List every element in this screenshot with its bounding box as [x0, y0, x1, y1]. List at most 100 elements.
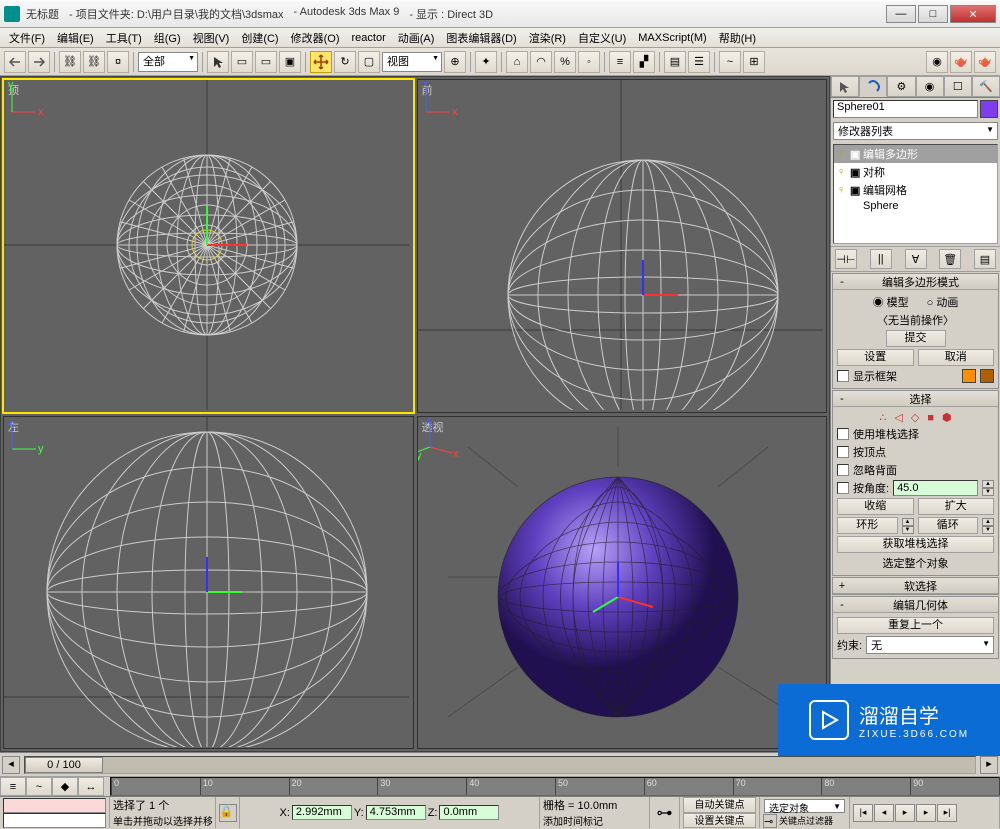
select-by-name-button[interactable]: ▭	[231, 51, 253, 73]
commit-button[interactable]: 提交	[886, 330, 946, 347]
tab-display[interactable]: ☐	[944, 76, 972, 97]
remove-modifier-button[interactable]: 🗑	[939, 249, 961, 269]
y-coord-input[interactable]: 4.753mm	[366, 805, 426, 820]
menu-group[interactable]: 组(G)	[149, 29, 186, 47]
track-ruler[interactable]: 0102030405060708090100	[110, 777, 1000, 796]
time-slider-right[interactable]: ▸	[980, 756, 998, 774]
menu-maxscript[interactable]: MAXScript(M)	[633, 31, 711, 45]
rect-select-button[interactable]: ▭	[255, 51, 277, 73]
window-crossing-button[interactable]: ▣	[279, 51, 301, 73]
rotate-button[interactable]: ↻	[334, 51, 356, 73]
grow-button[interactable]: 扩大	[918, 498, 995, 515]
menu-render[interactable]: 渲染(R)	[524, 29, 571, 47]
schematic-view-button[interactable]: ⊞	[743, 51, 765, 73]
track-range-button[interactable]: ↔	[78, 777, 104, 796]
close-button[interactable]: ✕	[950, 5, 996, 23]
subobj-poly-icon[interactable]: ■	[927, 412, 934, 424]
subobj-edge-icon[interactable]: ◁	[894, 411, 902, 424]
menu-modifiers[interactable]: 修改器(O)	[286, 29, 345, 47]
repeat-last-button[interactable]: 重复上一个	[837, 617, 994, 634]
scale-button[interactable]: ▢	[358, 51, 380, 73]
select-object-button[interactable]	[207, 51, 229, 73]
object-name-input[interactable]: Sphere01	[833, 100, 978, 118]
stack-item-sphere[interactable]: Sphere	[834, 199, 997, 213]
modifier-list-dropdown[interactable]: 修改器列表	[833, 122, 998, 140]
angle-snap-button[interactable]: ◠	[530, 51, 552, 73]
lock-selection-button[interactable]: 🔒	[219, 804, 237, 822]
mirror-button[interactable]: ▞	[633, 51, 655, 73]
redo-button[interactable]	[28, 51, 50, 73]
viewport-top[interactable]: 顶	[3, 79, 414, 413]
subobj-element-icon[interactable]: ⬢	[942, 411, 952, 424]
quick-render-button[interactable]: 🫖	[974, 51, 996, 73]
menu-animation[interactable]: 动画(A)	[393, 29, 440, 47]
tab-utilities[interactable]: 🔨	[972, 76, 1000, 97]
link-button[interactable]: ⛓	[59, 51, 81, 73]
viewport-left[interactable]: 左 yz	[3, 416, 414, 750]
subobj-border-icon[interactable]: ◇	[911, 411, 919, 424]
menu-customize[interactable]: 自定义(U)	[573, 29, 631, 47]
bind-spacewarp-button[interactable]: ¤	[107, 51, 129, 73]
show-end-result-button[interactable]: ||	[870, 249, 892, 269]
z-coord-input[interactable]: 0.0mm	[439, 805, 499, 820]
ring-button[interactable]: 环形	[837, 517, 898, 534]
menu-view[interactable]: 视图(V)	[188, 29, 235, 47]
time-slider-left[interactable]: ◂	[2, 756, 20, 774]
x-coord-input[interactable]: 2.992mm	[292, 805, 352, 820]
track-filter-button[interactable]: ≡	[0, 777, 26, 796]
stack-item-editpoly[interactable]: ♀▣编辑多边形	[834, 145, 997, 163]
move-button[interactable]	[310, 51, 332, 73]
maximize-button[interactable]: □	[918, 5, 948, 23]
viewport-perspective[interactable]: 透视	[417, 416, 828, 750]
tab-modify[interactable]	[859, 76, 887, 97]
stack-item-editmesh[interactable]: ♀▣编辑网格	[834, 181, 997, 199]
key-mode-icon[interactable]: ⊶	[650, 797, 680, 828]
show-cage-checkbox[interactable]	[837, 370, 849, 382]
unlink-button[interactable]: ⛓	[83, 51, 105, 73]
maxscript-input[interactable]	[3, 813, 106, 828]
time-slider[interactable]: 0 / 100	[24, 756, 976, 774]
menu-file[interactable]: 文件(F)	[4, 29, 50, 47]
pivot-center-button[interactable]: ⊕	[444, 51, 466, 73]
autokey-button[interactable]: 自动关键点	[683, 797, 756, 813]
ref-coord-dropdown[interactable]: 视图	[382, 52, 442, 72]
configure-sets-button[interactable]: ▤	[974, 249, 996, 269]
prev-frame-button[interactable]: ◂	[874, 804, 894, 822]
menu-edit[interactable]: 编辑(E)	[52, 29, 99, 47]
loop-button[interactable]: 循环	[918, 517, 979, 534]
material-editor-button[interactable]: ◉	[926, 51, 948, 73]
viewport-front[interactable]: 前 xz	[417, 79, 828, 413]
next-frame-button[interactable]: ▸	[916, 804, 936, 822]
curve-editor-button[interactable]: ~	[719, 51, 741, 73]
subobj-vertex-icon[interactable]: ∴	[879, 411, 886, 424]
track-curve-button[interactable]: ~	[26, 777, 52, 796]
tab-motion[interactable]: ◉	[916, 76, 944, 97]
get-stack-sel-button[interactable]: 获取堆栈选择	[837, 536, 994, 553]
constrain-dropdown[interactable]: 无	[866, 636, 994, 654]
snap-toggle-button[interactable]: ⌂	[506, 51, 528, 73]
play-button[interactable]: ▸	[895, 804, 915, 822]
stack-item-symmetry[interactable]: ♀▣对称	[834, 163, 997, 181]
menu-reactor[interactable]: reactor	[347, 31, 391, 45]
align-button[interactable]: ▤	[664, 51, 686, 73]
tab-hierarchy[interactable]: ⚙	[887, 76, 915, 97]
tab-create[interactable]	[831, 76, 859, 97]
minimize-button[interactable]: —	[886, 5, 916, 23]
set-key-button[interactable]: ⊸	[763, 814, 777, 828]
cancel-button[interactable]: 取消	[918, 349, 995, 366]
named-sel-button[interactable]: ≡	[609, 51, 631, 73]
key-target-dropdown[interactable]: 选定对象	[764, 799, 845, 813]
menu-create[interactable]: 创建(C)	[236, 29, 283, 47]
settings-button[interactable]: 设置	[837, 349, 914, 366]
menu-help[interactable]: 帮助(H)	[714, 29, 761, 47]
selection-filter-dropdown[interactable]: 全部	[138, 52, 198, 72]
undo-button[interactable]	[4, 51, 26, 73]
object-color-swatch[interactable]	[980, 100, 998, 118]
menu-tools[interactable]: 工具(T)	[101, 29, 147, 47]
manipulate-button[interactable]: ✦	[475, 51, 497, 73]
spinner-snap-button[interactable]: ◦	[578, 51, 600, 73]
layers-button[interactable]: ☰	[688, 51, 710, 73]
modifier-stack[interactable]: ♀▣编辑多边形 ♀▣对称 ♀▣编辑网格 Sphere	[833, 144, 998, 244]
goto-start-button[interactable]: |◂	[853, 804, 873, 822]
shrink-button[interactable]: 收缩	[837, 498, 914, 515]
